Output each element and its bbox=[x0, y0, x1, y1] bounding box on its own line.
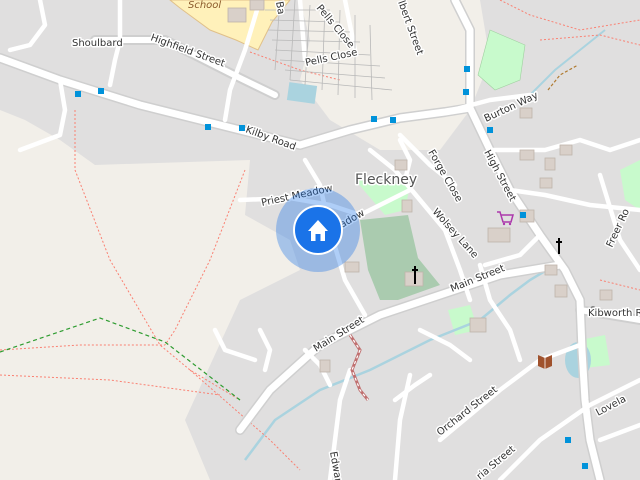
place-name-label: Fleckney bbox=[355, 172, 417, 188]
home-location-marker[interactable] bbox=[276, 188, 360, 272]
bus-stop-icon[interactable] bbox=[464, 66, 470, 72]
bus-stop-icon[interactable] bbox=[487, 127, 493, 133]
map-view[interactable]: Shoulbard Highfield Street Kilby Road Pr… bbox=[0, 0, 640, 480]
street-label-kibworth: Kibworth Ro bbox=[588, 308, 640, 319]
bus-stop-icon[interactable] bbox=[565, 437, 571, 443]
bus-stop-icon[interactable] bbox=[390, 117, 396, 123]
bus-stop-icon[interactable] bbox=[98, 88, 104, 94]
bus-stop-icon[interactable] bbox=[582, 463, 588, 469]
school-label: School bbox=[188, 0, 221, 11]
street-label-ba: Ba bbox=[273, 1, 286, 16]
street-label-shoulbard: Shoulbard bbox=[72, 38, 123, 49]
bus-stop-icon[interactable] bbox=[371, 116, 377, 122]
bus-stop-icon[interactable] bbox=[239, 125, 245, 131]
map-canvas[interactable]: Shoulbard Highfield Street Kilby Road Pr… bbox=[0, 0, 640, 480]
bus-stop-icon[interactable] bbox=[205, 124, 211, 130]
bus-stop-icon[interactable] bbox=[463, 89, 469, 95]
bus-stop-icon[interactable] bbox=[75, 91, 81, 97]
bus-stop-icon[interactable] bbox=[520, 212, 526, 218]
